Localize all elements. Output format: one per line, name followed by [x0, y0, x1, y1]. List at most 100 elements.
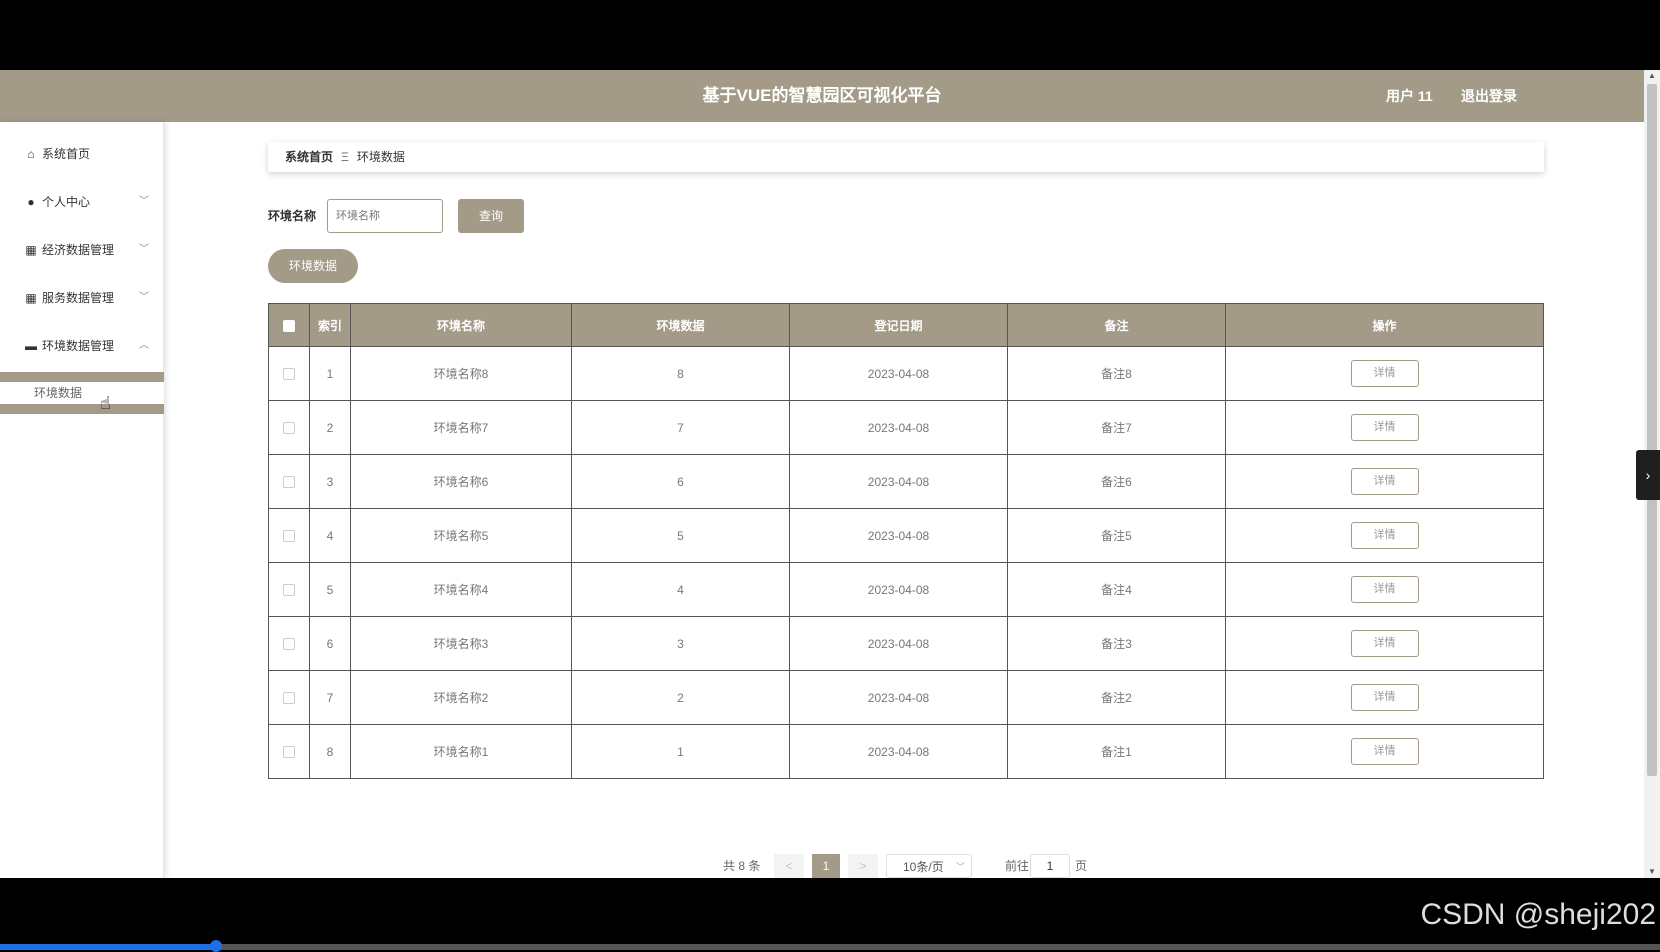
cell-note: 备注8 [1007, 346, 1226, 401]
row-select-cell [268, 508, 310, 563]
breadcrumb: 系统首页 Ξ 环境数据 [268, 142, 1544, 172]
column-header: 索引 [309, 303, 351, 347]
scroll-down-arrow-icon[interactable]: ▼ [1644, 866, 1660, 878]
detail-button[interactable]: 详情 [1350, 414, 1419, 441]
grid-icon: ▦ [25, 243, 37, 257]
page-unit-label: 页 [1075, 859, 1088, 873]
watermark: CSDN @sheji202 [1420, 898, 1656, 931]
cell-index: 3 [309, 454, 351, 509]
chevron-down-icon: ﹀ [139, 244, 149, 255]
prev-page-button[interactable]: < [774, 854, 804, 878]
next-page-button[interactable]: > [848, 854, 878, 878]
row-checkbox[interactable] [283, 368, 295, 381]
cell-name: 环境名称4 [350, 562, 572, 617]
search-input[interactable] [327, 199, 443, 233]
cell-date: 2023-04-08 [789, 400, 1008, 455]
table-row: 2 环境名称7 7 2023-04-08 备注7 详情 [268, 400, 1544, 455]
detail-button[interactable]: 详情 [1350, 360, 1419, 387]
video-progress-fill [0, 944, 216, 950]
goto-page-input[interactable] [1030, 854, 1070, 878]
sidebar-item-environment[interactable]: ▬ 环境数据管理 ︿ [0, 322, 163, 370]
select-all-checkbox[interactable] [283, 319, 295, 332]
sidebar-item-label: 服务数据管理 [42, 291, 115, 305]
environment-data-button[interactable]: 环境数据 [268, 249, 358, 283]
detail-button[interactable]: 详情 [1350, 630, 1419, 657]
row-checkbox[interactable] [283, 638, 295, 651]
sidebar-item-label: 环境数据管理 [42, 339, 115, 353]
grid-icon: ▦ [25, 291, 37, 305]
table-row: 1 环境名称8 8 2023-04-08 备注8 详情 [268, 346, 1544, 401]
detail-button[interactable]: 详情 [1350, 522, 1419, 549]
monitor-icon: ▬ [25, 339, 37, 353]
row-checkbox[interactable] [283, 746, 295, 759]
sidebar-item-personal[interactable]: ● 个人中心 ﹀ [0, 178, 163, 226]
sidebar-item-label: 个人中心 [42, 195, 91, 209]
row-select-cell [268, 724, 310, 779]
sidebar-subitem-environment-data[interactable]: 环境数据 [0, 382, 164, 404]
top-black-bar [0, 0, 1660, 70]
cell-value: 2 [571, 670, 790, 725]
search-label: 环境名称 [268, 209, 317, 223]
cell-actions: 详情 [1225, 670, 1544, 725]
user-name[interactable]: 用户 11 [1386, 70, 1433, 122]
detail-button[interactable]: 详情 [1350, 738, 1419, 765]
cell-note: 备注5 [1007, 508, 1226, 563]
chevron-down-icon: ﹀ [139, 292, 149, 303]
cell-index: 7 [309, 670, 351, 725]
side-panel-toggle[interactable]: › [1636, 450, 1660, 500]
sidebar-item-home[interactable]: ⌂ 系统首页 [0, 130, 163, 178]
cell-actions: 详情 [1225, 616, 1544, 671]
scrollbar-thumb[interactable] [1647, 84, 1657, 776]
sidebar-item-economy[interactable]: ▦ 经济数据管理 ﹀ [0, 226, 163, 274]
cell-actions: 详情 [1225, 724, 1544, 779]
row-select-cell [268, 616, 310, 671]
cell-actions: 详情 [1225, 400, 1544, 455]
table-row: 5 环境名称4 4 2023-04-08 备注4 详情 [268, 562, 1544, 617]
column-header: 登记日期 [789, 303, 1008, 347]
row-checkbox[interactable] [283, 530, 295, 543]
detail-button[interactable]: 详情 [1350, 576, 1419, 603]
table-row: 3 环境名称6 6 2023-04-08 备注6 详情 [268, 454, 1544, 509]
sidebar-item-label: 经济数据管理 [42, 243, 115, 257]
video-progress-knob[interactable] [210, 940, 222, 952]
chevron-up-icon: ︿ [139, 340, 149, 351]
row-checkbox[interactable] [283, 692, 295, 705]
row-select-cell [268, 400, 310, 455]
table-body: 1 环境名称8 8 2023-04-08 备注8 详情 2 环境名称7 7 2023-04-08 备… [268, 346, 1544, 779]
video-progress-bar[interactable] [0, 940, 1660, 952]
cell-actions: 详情 [1225, 508, 1544, 563]
cell-note: 备注7 [1007, 400, 1226, 455]
search-button[interactable]: 查询 [458, 199, 524, 233]
scroll-up-arrow-icon[interactable]: ▲ [1644, 70, 1660, 82]
table-row: 7 环境名称2 2 2023-04-08 备注2 详情 [268, 670, 1544, 725]
cell-name: 环境名称2 [350, 670, 572, 725]
row-checkbox[interactable] [283, 422, 295, 435]
cell-date: 2023-04-08 [789, 670, 1008, 725]
pagination-total: 共 8 条 [723, 859, 761, 873]
cell-note: 备注2 [1007, 670, 1226, 725]
sidebar-item-label: 系统首页 [42, 147, 91, 161]
breadcrumb-home[interactable]: 系统首页 [285, 150, 333, 164]
page-size-select[interactable]: 10条/页 ﹀ [886, 854, 972, 878]
chevron-down-icon: ﹀ [955, 862, 965, 872]
cell-date: 2023-04-08 [789, 454, 1008, 509]
sidebar-item-service[interactable]: ▦ 服务数据管理 ﹀ [0, 274, 163, 322]
detail-button[interactable]: 详情 [1350, 684, 1419, 711]
row-checkbox[interactable] [283, 476, 295, 489]
row-checkbox[interactable] [283, 584, 295, 597]
cell-date: 2023-04-08 [789, 724, 1008, 779]
cell-index: 6 [309, 616, 351, 671]
pagination: 共 8 条 < 1 > 10条/页 ﹀ 前往 页 [164, 854, 1644, 878]
detail-button[interactable]: 详情 [1350, 468, 1419, 495]
logout-link[interactable]: 退出登录 [1461, 70, 1517, 122]
breadcrumb-separator: Ξ [341, 150, 349, 164]
sidebar: ⌂ 系统首页 ● 个人中心 ﹀ ▦ 经济数据管理 ﹀ ▦ 服务数据管理 ﹀ ▬ 环境数据管… [0, 122, 164, 878]
column-header: 操作 [1225, 303, 1544, 347]
row-select-cell [268, 562, 310, 617]
row-select-cell [268, 670, 310, 725]
page-number-button[interactable]: 1 [812, 854, 840, 878]
goto-label: 前往 [1005, 859, 1030, 873]
cell-date: 2023-04-08 [789, 616, 1008, 671]
app-window: 基于VUE的智慧园区可视化平台 用户 11 退出登录 ⌂ 系统首页 ● 个人中心 ﹀… [0, 70, 1644, 878]
table-header-row: 索引 环境名称 环境数据 登记日期 备注 操作 [268, 303, 1544, 347]
